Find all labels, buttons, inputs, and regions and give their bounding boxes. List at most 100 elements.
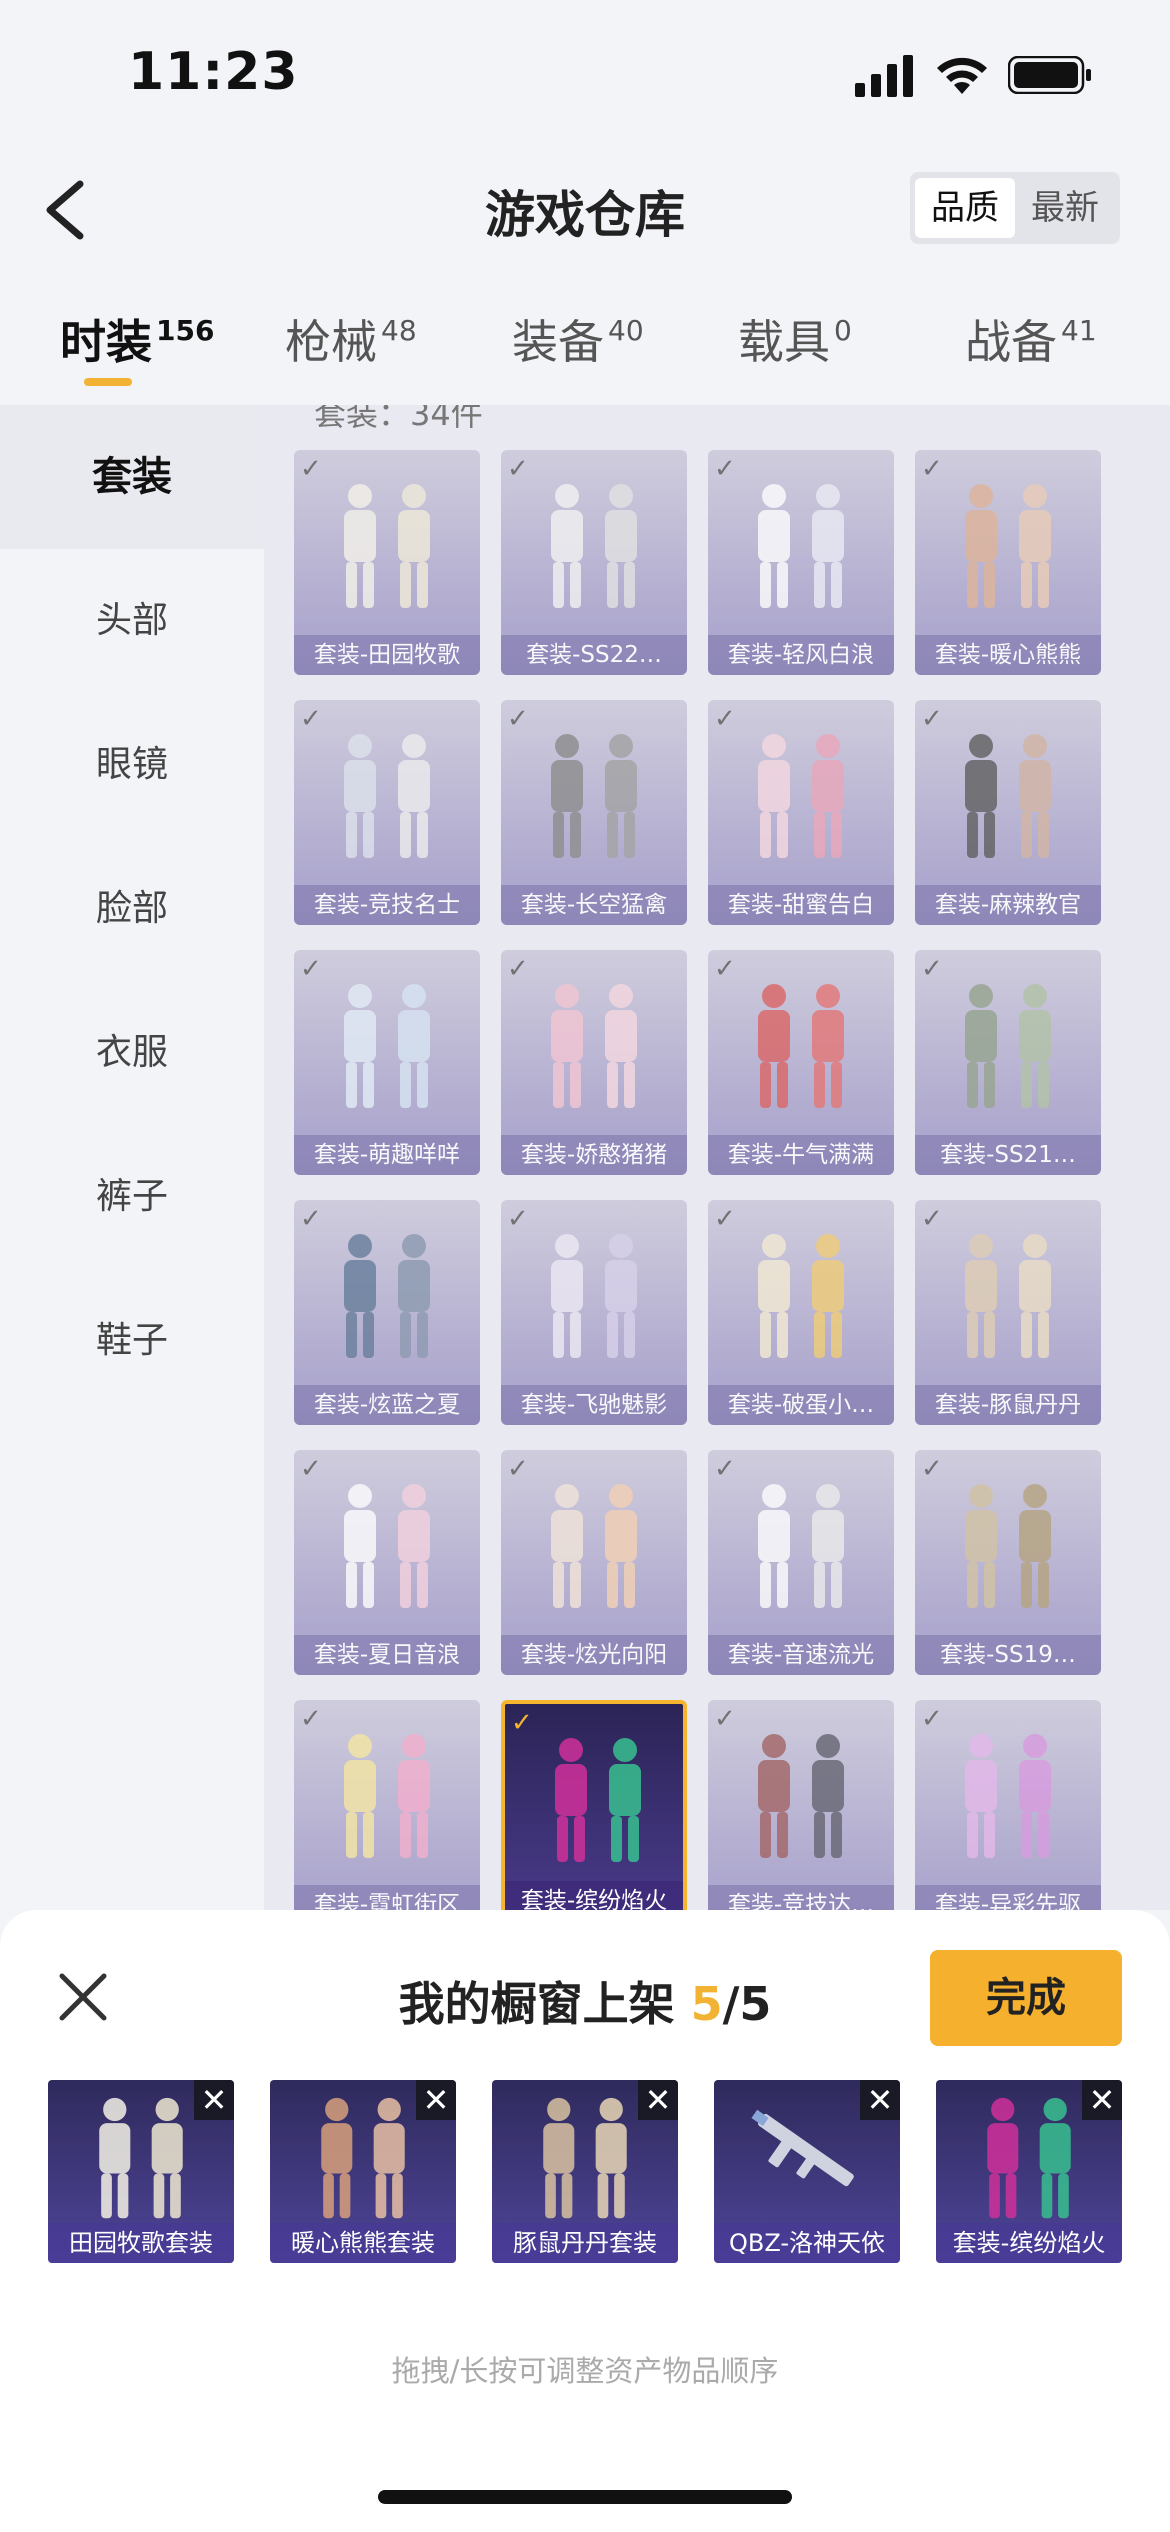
sidebar-item-suit[interactable]: 套装 [0, 405, 264, 549]
grid-item-label: 套装-豚鼠丹丹 [915, 1385, 1101, 1425]
outfit-thumbnail [525, 728, 663, 868]
showcase-slot[interactable]: ✕ 暖心熊熊套装 [270, 2080, 456, 2263]
outfit-thumbnail [318, 978, 456, 1118]
tab-fashion[interactable]: 时装 156 [60, 306, 214, 372]
slot-label: QBZ-洛神天依 [714, 2223, 900, 2263]
remove-icon[interactable]: ✕ [1082, 2080, 1122, 2120]
grid-item-label: 套装-娇憨猪猪 [501, 1135, 687, 1175]
grid-item[interactable]: ✓ 套装-霓虹街区 [294, 1700, 480, 1910]
grid-item-label: 套装-SS21… [915, 1135, 1101, 1175]
grid-item-label: 套装-音速流光 [708, 1635, 894, 1675]
grid-item[interactable]: ✓ 套装-缤纷焰火 [501, 1700, 687, 1910]
tab-label: 枪械 [285, 315, 377, 369]
tab-count: 41 [1061, 314, 1097, 347]
outfit-thumbnail [939, 1478, 1077, 1618]
outfit-thumbnail [525, 478, 663, 618]
item-grid: 套装：34件 ✓ 套装-田园牧歌 ✓ 套装-SS22… ✓ 套装-轻风白浪 ✓ 套装-暖心熊熊… [264, 405, 1170, 1910]
slot-thumbnail [740, 2092, 874, 2212]
grid-item-label: 套装-甜蜜告白 [708, 885, 894, 925]
grid-item[interactable]: ✓ 套装-麻辣教官 [915, 700, 1101, 925]
grid-item[interactable]: ✓ 套装-异彩先驱 [915, 1700, 1101, 1910]
showcase-slot[interactable]: ✕ 田园牧歌套装 [48, 2080, 234, 2263]
grid-item[interactable]: ✓ 套装-SS19… [915, 1450, 1101, 1675]
cellular-signal-icon [855, 55, 913, 97]
tab-label: 时装 [60, 315, 152, 369]
grid-item[interactable]: ✓ 套装-破蛋小… [708, 1200, 894, 1425]
sort-quality-button[interactable]: 品质 [915, 178, 1015, 238]
grid-item-label: 套装-暖心熊熊 [915, 635, 1101, 675]
grid-item-label: 套装-长空猛禽 [501, 885, 687, 925]
grid-item[interactable]: ✓ 套装-音速流光 [708, 1450, 894, 1675]
grid-item[interactable]: ✓ 套装-牛气满满 [708, 950, 894, 1175]
grid-item-label: 套装-飞驰魅影 [501, 1385, 687, 1425]
sidebar-item-face[interactable]: 脸部 [0, 837, 264, 981]
tab-guns[interactable]: 枪械 48 [285, 306, 417, 372]
grid-item[interactable]: ✓ 套装-竞技名士 [294, 700, 480, 925]
grid-item[interactable]: ✓ 套装-甜蜜告白 [708, 700, 894, 925]
slot-label: 田园牧歌套装 [48, 2223, 234, 2263]
slot-thumbnail [296, 2092, 430, 2219]
grid-item[interactable]: ✓ 套装-夏日音浪 [294, 1450, 480, 1675]
reorder-hint: 拖拽/长按可调整资产物品顺序 [391, 2354, 779, 2388]
grid-item[interactable]: ✓ 套装-娇憨猪猪 [501, 950, 687, 1175]
outfit-thumbnail [939, 1228, 1077, 1368]
grid-item[interactable]: ✓ 套装-炫光向阳 [501, 1450, 687, 1675]
remove-icon[interactable]: ✕ [638, 2080, 678, 2120]
grid-item-label: 套装-SS19… [915, 1635, 1101, 1675]
sheet-count: 5 [690, 1977, 723, 2031]
grid-item[interactable]: ✓ 套装-长空猛禽 [501, 700, 687, 925]
done-button[interactable]: 完成 [930, 1950, 1122, 2046]
grid-item[interactable]: ✓ 套装-飞驰魅影 [501, 1200, 687, 1425]
tab-count: 156 [156, 314, 215, 347]
remove-icon[interactable]: ✕ [194, 2080, 234, 2120]
grid-item-label: 套装-缤纷焰火 [505, 1881, 683, 1910]
remove-icon[interactable]: ✕ [416, 2080, 456, 2120]
grid-item[interactable]: ✓ 套装-豚鼠丹丹 [915, 1200, 1101, 1425]
remove-icon[interactable]: ✕ [860, 2080, 900, 2120]
grid-item-label: 套装-牛气满满 [708, 1135, 894, 1175]
sidebar-item-head[interactable]: 头部 [0, 549, 264, 693]
tab-vehicles[interactable]: 载具 0 [738, 306, 852, 372]
tab-count: 48 [381, 314, 417, 347]
grid-item-label: 套装-霓虹街区 [294, 1885, 480, 1910]
outfit-thumbnail [939, 1728, 1077, 1868]
slot-label: 豚鼠丹丹套装 [492, 2223, 678, 2263]
sort-toggle: 品质 最新 [910, 172, 1120, 244]
grid-item-label: 套装-炫光向阳 [501, 1635, 687, 1675]
sidebar-item-glasses[interactable]: 眼镜 [0, 693, 264, 837]
grid-item[interactable]: ✓ 套装-炫蓝之夏 [294, 1200, 480, 1425]
tab-supplies[interactable]: 战备 41 [965, 306, 1097, 372]
slot-label: 套装-缤纷焰火 [936, 2223, 1122, 2263]
slot-thumbnail [962, 2092, 1096, 2219]
grid-item[interactable]: ✓ 套装-田园牧歌 [294, 450, 480, 675]
grid-item-label: 套装-夏日音浪 [294, 1635, 480, 1675]
outfit-thumbnail [318, 728, 456, 868]
outfit-thumbnail [732, 1478, 870, 1618]
grid-item[interactable]: ✓ 套装-轻风白浪 [708, 450, 894, 675]
grid-item-label: 套装-萌趣咩咩 [294, 1135, 480, 1175]
tab-label: 载具 [738, 315, 830, 369]
outfit-thumbnail [525, 1478, 663, 1618]
grid-item[interactable]: ✓ 套装-暖心熊熊 [915, 450, 1101, 675]
grid-item[interactable]: ✓ 套装-萌趣咩咩 [294, 950, 480, 1175]
nav-bar: 游戏仓库 品质 最新 [0, 150, 1170, 270]
grid-item-label: 套装-轻风白浪 [708, 635, 894, 675]
grid-item-label: 套装-SS22… [501, 635, 687, 675]
grid-item[interactable]: ✓ 套装-SS22… [501, 450, 687, 675]
tab-equipment[interactable]: 装备 40 [512, 306, 644, 372]
showcase-slot[interactable]: ✕ 套装-缤纷焰火 [936, 2080, 1122, 2263]
subcategory-sidebar: 套装 头部 眼镜 脸部 衣服 裤子 鞋子 [0, 405, 264, 1910]
grid-item[interactable]: ✓ 套装-SS21… [915, 950, 1101, 1175]
sidebar-item-shoes[interactable]: 鞋子 [0, 1269, 264, 1413]
sidebar-item-clothes[interactable]: 衣服 [0, 981, 264, 1125]
grid-item-label: 套装-竞技名士 [294, 885, 480, 925]
outfit-thumbnail [939, 478, 1077, 618]
outfit-thumbnail [529, 1732, 667, 1872]
showcase-slot[interactable]: ✕ QBZ-洛神天依 [714, 2080, 900, 2263]
tab-count: 40 [608, 314, 644, 347]
showcase-slot[interactable]: ✕ 豚鼠丹丹套装 [492, 2080, 678, 2263]
grid-item-label: 套装-竞技达… [708, 1885, 894, 1910]
grid-item[interactable]: ✓ 套装-竞技达… [708, 1700, 894, 1910]
sort-latest-button[interactable]: 最新 [1015, 178, 1115, 238]
sidebar-item-pants[interactable]: 裤子 [0, 1125, 264, 1269]
